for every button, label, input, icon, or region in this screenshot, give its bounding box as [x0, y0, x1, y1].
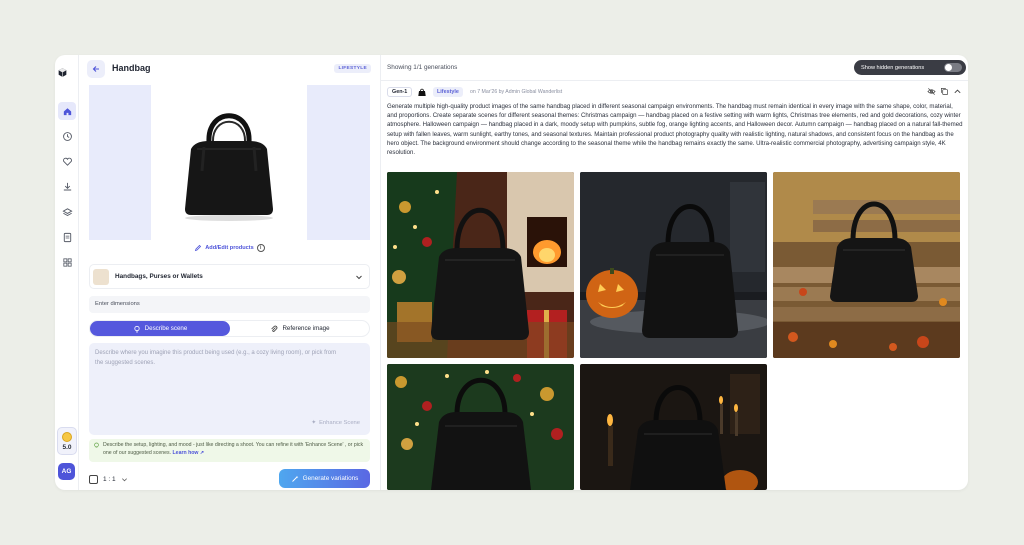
external-link-icon: ↗ [199, 449, 205, 456]
copy-icon[interactable] [940, 87, 949, 96]
eye-off-icon[interactable] [927, 87, 936, 96]
home-icon[interactable] [58, 102, 76, 120]
generated-image-autumn[interactable] [773, 172, 960, 358]
toggle-switch[interactable] [944, 63, 962, 72]
generation-date: on 7 Mar'26 by Admin Global Wanderlist [470, 89, 563, 95]
enhance-scene-button[interactable]: ✦ Enhance Scene [311, 420, 360, 426]
generate-variations-label: Generate variations [302, 475, 359, 482]
chevron-down-icon [121, 477, 127, 481]
generated-image-halloween-candles[interactable] [580, 364, 767, 490]
panel-header: Handbag LIFESTYLE [87, 60, 371, 78]
tab-describe-scene-label: Describe scene [144, 325, 188, 332]
category-select[interactable]: Handbags, Purses or Wallets [89, 264, 370, 289]
generated-image-halloween[interactable] [580, 172, 767, 358]
history-icon[interactable] [58, 127, 76, 145]
layers-icon[interactable] [58, 203, 76, 221]
lifestyle-tag: LIFESTYLE [334, 64, 371, 73]
hint-text: Describe the setup, lighting, and mood -… [103, 442, 364, 456]
icon-rail: 5.0 AG [55, 55, 79, 490]
heart-icon[interactable] [58, 152, 76, 170]
generated-image-christmas[interactable] [387, 172, 574, 358]
generate-variations-button[interactable]: Generate variations [279, 469, 370, 488]
edit-icon [195, 244, 202, 252]
generation-badge: Gen-1 [387, 87, 413, 97]
document-icon[interactable] [58, 228, 76, 246]
coin-icon [62, 431, 72, 442]
paperclip-icon [271, 325, 278, 332]
results-panel: Showing 1/1 generations Show hidden gene… [381, 55, 968, 490]
sparkle-icon: ✦ [311, 420, 317, 426]
chevron-up-icon[interactable] [953, 87, 962, 96]
credits-badge[interactable]: 5.0 [57, 427, 77, 455]
divider [381, 80, 968, 81]
tab-reference-image-label: Reference image [282, 325, 330, 332]
scene-tabs: Describe scene Reference image [89, 320, 370, 337]
hint-box: Describe the setup, lighting, and mood -… [89, 439, 370, 462]
show-hidden-label: Show hidden generations [861, 64, 925, 71]
generation-meta: Gen-1 Lifestyle on 7 Mar'26 by Admin Glo… [387, 85, 962, 99]
scene-description-textarea[interactable]: Describe where you imagine this product … [89, 343, 370, 435]
generation-prompt: Generate multiple high-quality product i… [387, 103, 963, 157]
grid-icon[interactable] [58, 253, 76, 271]
handbag-thumbnail [418, 88, 426, 96]
add-edit-products-link[interactable]: Add/Edit products i [89, 241, 370, 255]
lightbulb-icon [134, 325, 140, 333]
tab-reference-image[interactable]: Reference image [230, 321, 370, 336]
lifestyle-badge: Lifestyle [433, 87, 463, 97]
product-panel: Handbag LIFESTYLE Add/Edit products i Ha… [79, 55, 381, 490]
credits-value: 5.0 [62, 443, 72, 451]
panel-title: Handbag [112, 63, 151, 73]
arrow-left-icon [92, 66, 99, 72]
learn-how-link[interactable]: Learn how [173, 450, 199, 456]
generate-bar: 1 : 1 Generate variations [89, 469, 370, 489]
product-image[interactable] [89, 85, 370, 240]
add-edit-label: Add/Edit products [205, 245, 254, 251]
app-window: 5.0 AG Handbag LIFESTYLE Add/Edit produc… [55, 55, 968, 490]
aspect-ratio-select[interactable]: 1 : 1 [89, 471, 139, 487]
generations-count: Showing 1/1 generations [387, 64, 458, 71]
enhance-scene-label: Enhance Scene [319, 420, 360, 426]
download-icon[interactable] [58, 177, 76, 195]
category-thumbnail [93, 269, 109, 285]
generation-actions [927, 87, 962, 96]
avatar[interactable]: AG [58, 463, 75, 480]
back-button[interactable] [87, 60, 105, 78]
aspect-ratio-value: 1 : 1 [103, 475, 116, 483]
info-icon[interactable]: i [256, 244, 265, 252]
category-label: Handbags, Purses or Wallets [115, 273, 203, 280]
show-hidden-toggle[interactable]: Show hidden generations [854, 60, 966, 75]
scene-placeholder: Describe where you imagine this product … [95, 350, 337, 366]
logo-icon[interactable] [57, 65, 77, 85]
chevron-down-icon [356, 275, 362, 280]
lightbulb-icon [94, 442, 99, 448]
dimensions-input[interactable]: Enter dimensions [89, 296, 370, 313]
handbag-image [185, 113, 273, 221]
magic-wand-icon [291, 475, 298, 482]
square-icon [89, 474, 98, 484]
generated-image-christmas-tree[interactable] [387, 364, 574, 490]
tab-describe-scene[interactable]: Describe scene [90, 321, 230, 336]
